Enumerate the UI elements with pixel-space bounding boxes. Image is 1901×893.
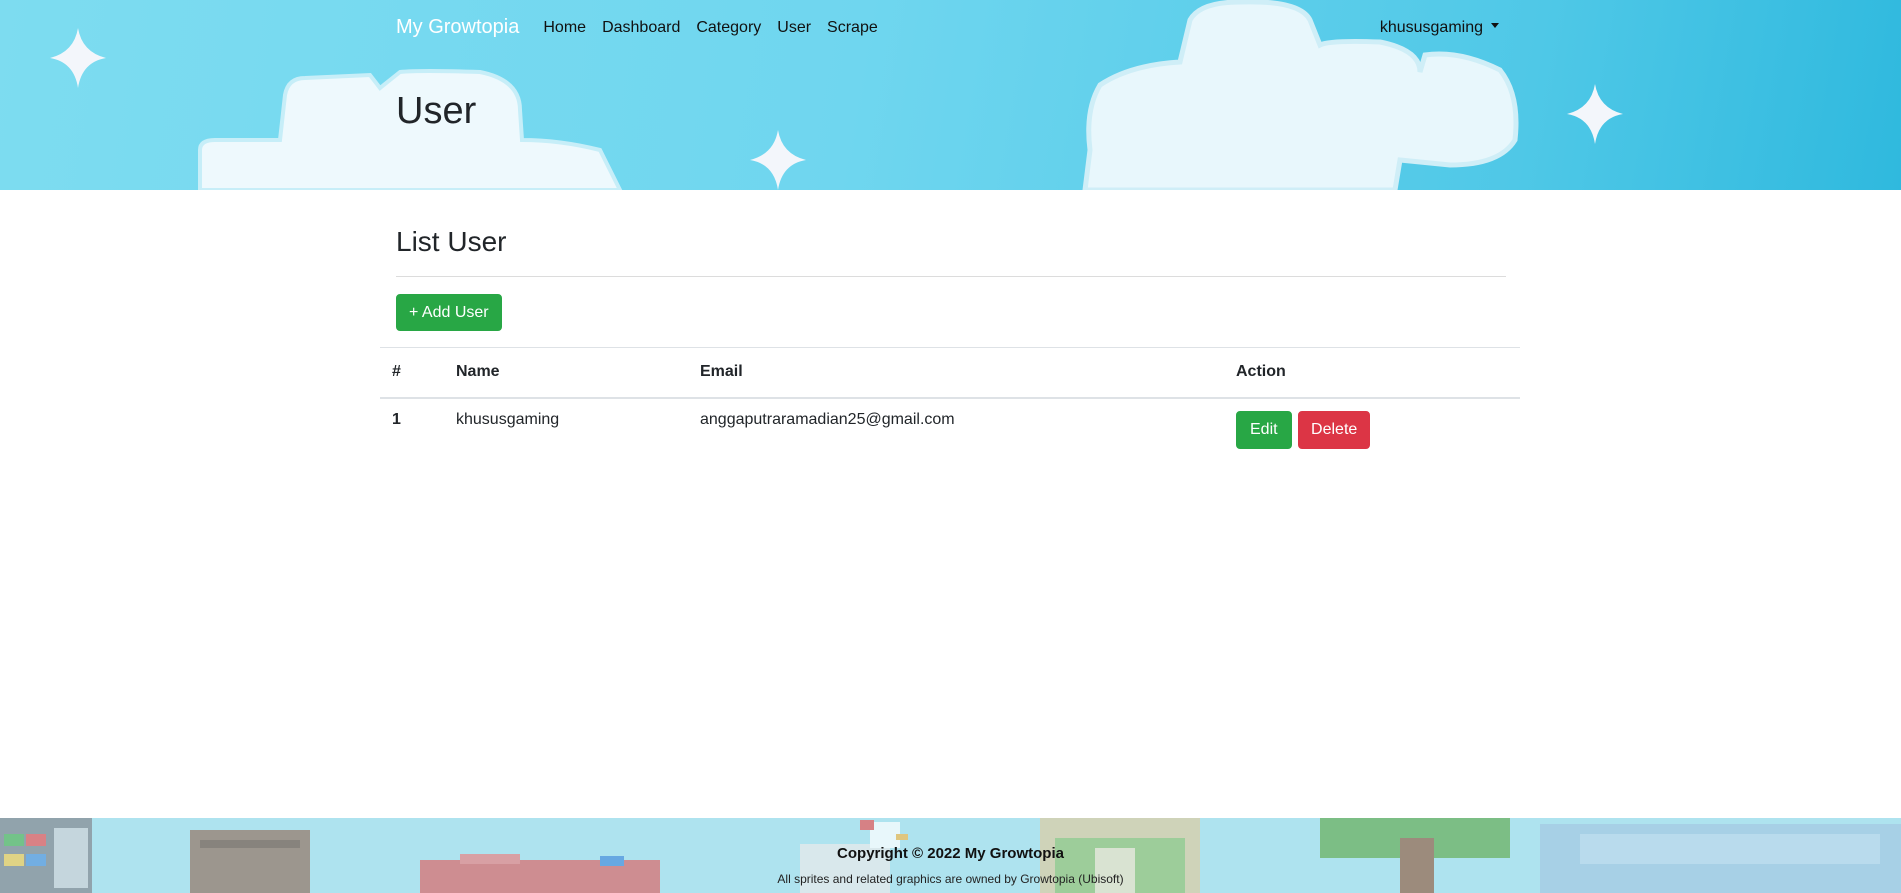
credits-text: All sprites and related graphics are own…: [777, 872, 1124, 886]
top-navbar: My Growtopia Home Dashboard Category Use…: [396, 0, 1506, 55]
table-row: 1 khususgaming anggaputraramadian25@gmai…: [380, 398, 1520, 452]
column-header-email: Email: [688, 347, 1224, 399]
row-name: khususgaming: [456, 410, 560, 428]
nav-link-scrape[interactable]: Scrape: [827, 19, 878, 37]
copyright-text: Copyright © 2022 My Growtopia: [837, 845, 1064, 862]
row-email: anggaputraramadian25@gmail.com: [700, 410, 955, 428]
nav-link-home[interactable]: Home: [543, 19, 586, 37]
user-table: # Name Email Action 1 khususgaming angga…: [380, 347, 1520, 452]
nav-link-dashboard[interactable]: Dashboard: [602, 19, 680, 37]
edit-button[interactable]: Edit: [1236, 410, 1292, 449]
section-divider: [396, 276, 1506, 277]
column-header-number: #: [380, 347, 444, 399]
user-dropdown-label: khususgaming: [1379, 18, 1483, 36]
add-user-button[interactable]: + Add User: [396, 294, 502, 331]
sparkle-3: [1567, 84, 1623, 144]
row-number: 1: [392, 410, 401, 428]
hero-header: My Growtopia Home Dashboard Category Use…: [0, 0, 1901, 190]
brand-link[interactable]: My Growtopia: [396, 16, 519, 39]
column-header-action: Action: [1224, 347, 1520, 399]
sparkle-1: [50, 28, 106, 88]
row-actions: Edit Delete: [1224, 398, 1520, 452]
section-title: List User: [396, 226, 507, 257]
page-title: User: [396, 90, 477, 132]
nav-link-category[interactable]: Category: [696, 19, 761, 37]
table-header-row: # Name Email Action: [380, 347, 1520, 399]
caret-down-icon: [1491, 23, 1499, 28]
column-header-name: Name: [444, 347, 688, 399]
user-dropdown[interactable]: khususgaming: [1380, 0, 1499, 55]
nav-link-user[interactable]: User: [777, 19, 811, 37]
sparkle-2: [750, 130, 806, 190]
delete-button[interactable]: Delete: [1298, 410, 1371, 449]
footer: Copyright © 2022 My Growtopia All sprite…: [0, 818, 1901, 893]
